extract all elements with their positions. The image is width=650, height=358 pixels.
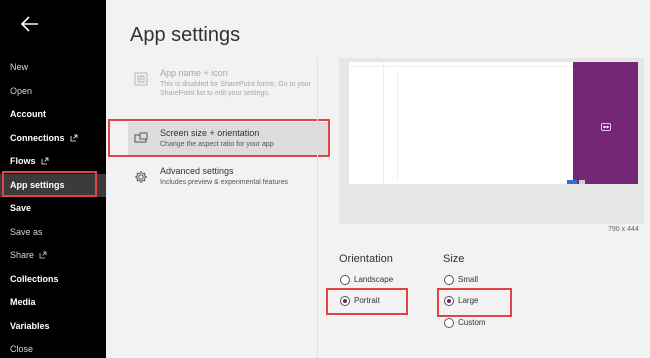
- menu-item-advanced-settings[interactable]: Advanced settings Includes preview & exp…: [128, 166, 328, 202]
- preview-canvas: [349, 62, 638, 184]
- sidebar-item-variables[interactable]: Variables: [0, 315, 106, 339]
- sidebar-item-save-as[interactable]: Save as: [0, 221, 106, 245]
- highlight-box: [437, 288, 512, 317]
- sidebar-item-close[interactable]: Close: [0, 338, 106, 358]
- external-link-icon: [70, 128, 78, 141]
- preview-purple-panel: [573, 62, 638, 184]
- sidebar-item-account[interactable]: Account: [0, 103, 106, 127]
- size-heading: Size: [443, 253, 465, 265]
- screen-preview: [339, 58, 644, 224]
- gear-icon: [134, 170, 150, 186]
- sidebar-item-label: Media: [10, 297, 36, 307]
- preview-dimensions: 790 x 444: [608, 226, 639, 233]
- highlight-box: [108, 119, 330, 157]
- radio-circle: [444, 318, 454, 328]
- sidebar-item-label: Save: [10, 203, 32, 213]
- menu-item-app-name-icon[interactable]: App name + icon This is disabled for Sha…: [128, 68, 328, 108]
- radio-label: Custom: [458, 318, 486, 327]
- highlight-box: [2, 171, 97, 197]
- sidebar-item-open[interactable]: Open: [0, 80, 106, 104]
- sidebar-item-share[interactable]: Share: [0, 244, 106, 268]
- sidebar-item-label: Close: [10, 344, 34, 354]
- sidebar-item-new[interactable]: New: [0, 56, 106, 80]
- menu-item-subtitle: Includes preview & experimental features: [160, 179, 289, 186]
- menu-item-title: Advanced settings: [160, 166, 234, 176]
- radio-small[interactable]: Small: [444, 272, 478, 288]
- menu-item-subtitle: This is disabled for SharePoint forms. G…: [160, 81, 311, 97]
- sidebar-item-label: Share: [10, 250, 35, 260]
- sidebar-item-label: Connections: [10, 132, 65, 143]
- radio-landscape[interactable]: Landscape: [340, 272, 393, 288]
- external-link-icon: [41, 151, 49, 165]
- sidebar-item-label: Account: [10, 109, 46, 119]
- preview-blue-marker: [567, 180, 577, 184]
- sidebar-item-label: Save as: [10, 226, 43, 237]
- sidebar-item-save[interactable]: Save: [0, 197, 106, 221]
- sidebar-item-flows[interactable]: Flows: [0, 150, 106, 174]
- back-arrow-icon[interactable]: [18, 12, 42, 36]
- menu-item-title: App name + icon: [160, 68, 228, 78]
- highlight-box: [326, 288, 408, 315]
- sidebar-item-label: New: [10, 62, 29, 72]
- preview-grey-marker: [579, 180, 585, 184]
- app-icon: [134, 72, 150, 88]
- backstage-sidebar: New Open Account Connections Flows App s…: [0, 0, 106, 358]
- radio-circle: [340, 275, 350, 285]
- divider: [317, 58, 318, 358]
- sidebar-item-connections[interactable]: Connections: [0, 127, 106, 151]
- sidebar-item-label: Variables: [10, 320, 50, 331]
- radio-label: Landscape: [354, 275, 394, 284]
- orientation-heading: Orientation: [339, 253, 393, 265]
- preview-image-icon: [601, 118, 611, 136]
- sidebar-nav: New Open Account Connections Flows App s…: [0, 56, 106, 358]
- preview-line: [397, 70, 398, 180]
- sidebar-item-collections[interactable]: Collections: [0, 268, 106, 292]
- sidebar-item-media[interactable]: Media: [0, 291, 106, 315]
- sidebar-item-label: Collections: [10, 273, 59, 284]
- radio-label: Small: [458, 275, 479, 284]
- sidebar-item-label: Flows: [10, 156, 36, 166]
- radio-circle: [444, 275, 454, 285]
- radio-custom[interactable]: Custom: [444, 315, 486, 331]
- preview-line: [383, 62, 384, 184]
- external-link-icon: [39, 245, 47, 259]
- sidebar-item-label: Open: [10, 85, 33, 96]
- page-title: App settings: [130, 24, 241, 46]
